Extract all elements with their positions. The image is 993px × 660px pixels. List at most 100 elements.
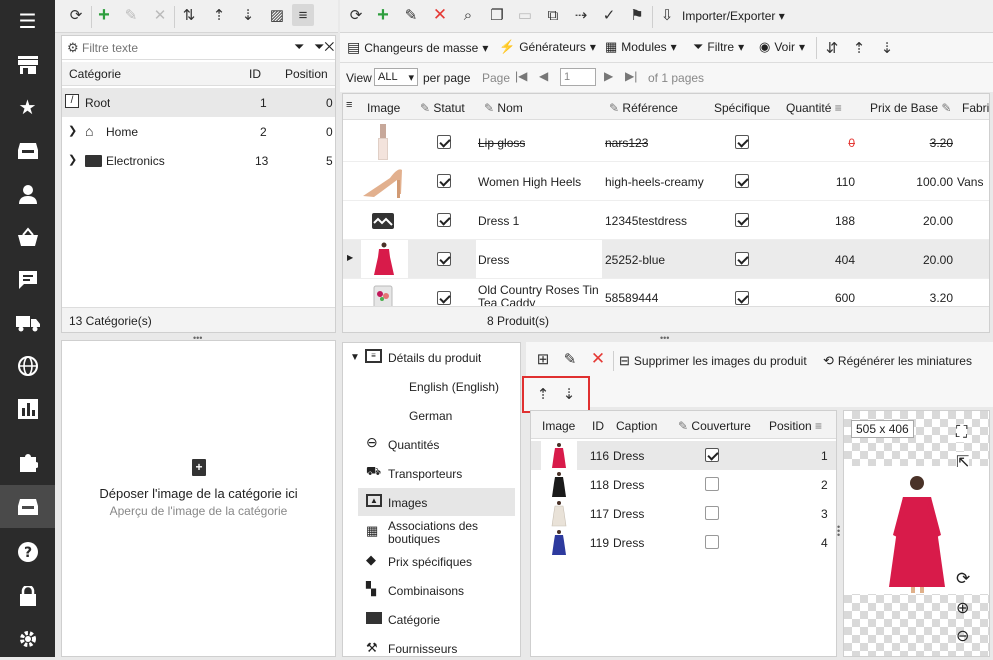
collapse-tree-icon[interactable]: ⇣ <box>237 4 259 26</box>
col-image[interactable]: Image <box>542 419 575 433</box>
status-checkbox[interactable] <box>437 135 451 149</box>
modules-menu[interactable]: ▦ Modules ▾ <box>605 39 677 55</box>
generators-menu[interactable]: ⚡ Générateurs ▾ <box>499 39 596 55</box>
specific-checkbox[interactable] <box>735 135 749 149</box>
table-row[interactable]: 119 Dress 4 <box>531 528 836 557</box>
category-image-dropzone[interactable]: + Déposer l'image de la catégorie ici Ap… <box>61 340 336 657</box>
puzzle-icon[interactable] <box>0 440 55 483</box>
add-icon[interactable]: + <box>372 4 394 26</box>
table-row[interactable]: ▶ Dress 25252-blue 404 20.00 <box>343 239 989 278</box>
inbox-icon[interactable] <box>0 129 55 172</box>
col-caption[interactable]: Caption <box>616 419 657 433</box>
add-icon[interactable]: + <box>93 4 115 26</box>
table-row[interactable]: 116 Dress 1 <box>531 441 836 470</box>
cover-checkbox[interactable] <box>705 506 719 520</box>
add-image-icon[interactable]: ⊞ <box>532 348 554 370</box>
tree-item-images[interactable]: Images <box>388 496 427 510</box>
move-folder-icon[interactable]: ⇢ <box>570 4 592 26</box>
filter-text-input[interactable] <box>82 39 282 57</box>
prev-page-icon[interactable]: ◀ <box>539 69 548 83</box>
delete-icon[interactable]: ✕ <box>149 4 171 26</box>
chevron-right-icon[interactable]: ❯ <box>68 124 77 137</box>
collapse-tree-icon[interactable]: ⇣ <box>558 383 580 405</box>
status-checkbox[interactable] <box>437 213 451 227</box>
delete-icon[interactable]: ✕ <box>429 4 451 26</box>
col-id[interactable]: ID <box>249 67 261 81</box>
lock-icon[interactable] <box>0 574 55 617</box>
paste-icon[interactable]: ▭ <box>514 4 536 26</box>
col-cover[interactable]: ✎ Couverture <box>678 419 751 433</box>
cover-checkbox[interactable] <box>705 448 719 462</box>
sort-alpha-icon[interactable]: ⇵ <box>821 37 843 59</box>
category-row[interactable]: / Root 1 0 <box>62 88 335 117</box>
cover-checkbox[interactable] <box>705 477 719 491</box>
col-reference[interactable]: ✎ Référence <box>609 101 678 115</box>
col-manufacturer[interactable]: Fabri <box>962 101 989 115</box>
col-position[interactable]: Position ≡ <box>769 419 822 433</box>
tree-item-quantities[interactable]: Quantités <box>388 438 439 452</box>
refresh-icon[interactable]: ⟳ <box>345 4 367 26</box>
help-icon[interactable]: ? <box>0 530 55 573</box>
truck-icon[interactable] <box>0 301 55 344</box>
tree-item-details[interactable]: Détails du produit <box>388 351 481 365</box>
globe-icon[interactable] <box>0 344 55 387</box>
next-page-icon[interactable]: ▶ <box>604 69 613 83</box>
table-row[interactable]: Dress 1 12345testdress 188 20.00 <box>343 200 989 239</box>
filter-list-icon[interactable]: ≡ <box>292 4 314 26</box>
status-checkbox[interactable] <box>437 174 451 188</box>
category-row[interactable]: ❯ ⌂ Home 2 0 <box>62 117 335 146</box>
tree-item-combinations[interactable]: Combinaisons <box>388 584 464 598</box>
col-position[interactable]: Position <box>285 67 328 81</box>
image-edit-icon[interactable]: ▨ <box>266 4 288 26</box>
regenerate-thumbnails-button[interactable]: ⟲ Régénérer les miniatures <box>823 353 972 369</box>
tree-item-category[interactable]: Catégorie <box>388 613 440 627</box>
rotate-icon[interactable]: ⟳ <box>956 569 970 589</box>
store-icon[interactable] <box>0 43 55 86</box>
per-page-select[interactable]: ALL ▾ <box>374 68 418 86</box>
col-name[interactable]: ✎ Nom <box>484 101 523 115</box>
chevron-right-icon[interactable]: ❯ <box>68 153 77 166</box>
cover-checkbox[interactable] <box>705 535 719 549</box>
last-page-icon[interactable]: ▶| <box>625 69 637 83</box>
table-row[interactable]: Old Country Roses Tin Tea Caddy 58589444… <box>343 278 989 306</box>
user-icon[interactable] <box>0 172 55 215</box>
col-category[interactable]: Catégorie <box>69 67 121 81</box>
open-external-icon[interactable]: ⇱ <box>956 452 970 472</box>
specific-checkbox[interactable] <box>735 252 749 266</box>
view-menu[interactable]: ◉ Voir ▾ <box>759 39 805 55</box>
mass-changers-menu[interactable]: ▤ Changeurs de masse ▾ <box>347 39 488 56</box>
tree-item-carriers[interactable]: Transporteurs <box>388 467 462 481</box>
chat-icon[interactable] <box>0 258 55 301</box>
edit-pencil-icon[interactable]: ✎ <box>120 4 142 26</box>
splitter-handle-vertical[interactable]: • • • <box>837 523 840 540</box>
mark-icon[interactable]: ⚑ <box>626 4 648 26</box>
col-image[interactable]: Image <box>367 101 400 115</box>
edit-pencil-icon[interactable]: ✎ <box>400 4 422 26</box>
expand-tree-icon[interactable]: ⇡ <box>208 4 230 26</box>
col-specific[interactable]: Spécifique <box>714 101 770 115</box>
tree-item-german[interactable]: German <box>409 409 452 423</box>
zoom-out-icon[interactable]: ⊖ <box>956 626 969 646</box>
tree-item-shop-associations[interactable]: Associations des boutiques <box>388 520 488 546</box>
zoom-in-icon[interactable]: ⊕ <box>956 598 969 618</box>
status-checkbox[interactable] <box>437 252 451 266</box>
row-menu-icon[interactable]: ≡ <box>346 99 352 111</box>
catalog-icon[interactable] <box>0 485 55 528</box>
collapse-tree-icon[interactable]: ⇣ <box>876 37 898 59</box>
import-export-icon[interactable]: ⇩ <box>656 4 678 26</box>
tree-item-english[interactable]: English (English) <box>409 380 499 394</box>
table-row[interactable]: Women High Heels high-heels-creamy 110 1… <box>343 161 989 200</box>
refresh-icon[interactable]: ⟳ <box>65 4 87 26</box>
table-row[interactable]: Lip gloss nars123 0 3.20 <box>343 122 989 161</box>
import-export-menu[interactable]: Importer/Exporter ▾ <box>682 9 785 23</box>
stats-icon[interactable] <box>0 387 55 430</box>
expand-tree-icon[interactable]: ⇡ <box>532 383 554 405</box>
star-icon[interactable]: ★ <box>0 86 55 129</box>
settings-gear-icon[interactable] <box>0 617 55 660</box>
filter-menu[interactable]: ⏷ Filtre ▾ <box>693 39 744 55</box>
search-icon[interactable]: ⌕ <box>457 4 479 26</box>
status-checkbox[interactable] <box>437 291 451 305</box>
category-row[interactable]: ❯ Electronics 13 5 <box>62 146 335 175</box>
gear-icon[interactable]: ⚙ <box>67 40 79 56</box>
edit-pencil-icon[interactable]: ✎ <box>559 348 581 370</box>
